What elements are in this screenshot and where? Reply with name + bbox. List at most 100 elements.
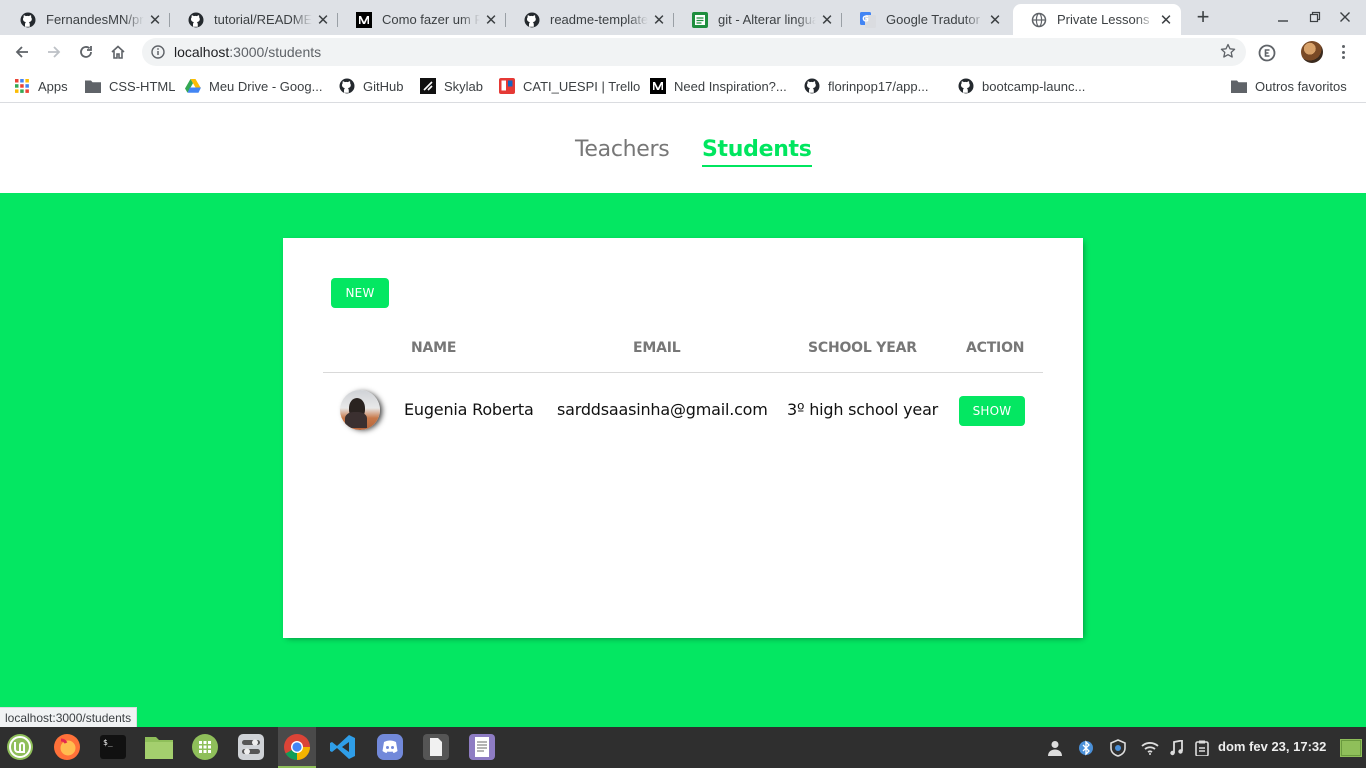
reload-icon[interactable] bbox=[74, 40, 98, 64]
apps-grid-icon bbox=[14, 78, 30, 94]
music-note-icon[interactable] bbox=[1167, 738, 1185, 758]
link-status-bubble: localhost:3000/students bbox=[0, 707, 138, 728]
chrome-icon[interactable] bbox=[278, 727, 316, 768]
user-icon[interactable] bbox=[1046, 738, 1064, 758]
spreadsheet-icon[interactable] bbox=[190, 732, 220, 762]
browser-tab[interactable]: FernandesMN/private-lessons ✕ bbox=[2, 4, 170, 35]
tab-title: Private Lessons bbox=[1057, 12, 1150, 27]
files-icon[interactable] bbox=[144, 732, 174, 762]
wifi-icon[interactable] bbox=[1140, 738, 1160, 758]
bookmark-label: Skylab bbox=[444, 78, 484, 94]
bookmark-label: Meu Drive - Goog... bbox=[209, 78, 323, 94]
bookmark-apps[interactable]: Apps bbox=[14, 77, 68, 95]
github-icon bbox=[958, 78, 974, 94]
column-header-school-year: SCHOOL YEAR bbox=[808, 340, 917, 356]
mint-menu-icon[interactable] bbox=[5, 732, 35, 762]
medium-icon bbox=[650, 78, 666, 94]
clipboard-icon[interactable] bbox=[1193, 738, 1211, 758]
github-icon bbox=[20, 12, 36, 28]
url-text[interactable]: localhost:3000/students bbox=[174, 44, 321, 60]
bookmark-florinpop[interactable]: florinpop17/app... bbox=[804, 77, 928, 95]
new-tab-button[interactable]: + bbox=[1191, 6, 1215, 30]
google-translate-icon: G bbox=[860, 11, 876, 28]
tab-title: readme-template bbox=[550, 12, 648, 27]
students-card: NEW NAME EMAIL SCHOOL YEAR ACTION Eugeni… bbox=[283, 238, 1083, 638]
student-name: Eugenia Roberta bbox=[404, 400, 534, 419]
document-viewer-icon[interactable] bbox=[421, 732, 451, 762]
minimize-icon[interactable] bbox=[1272, 7, 1294, 27]
shield-icon[interactable] bbox=[1108, 738, 1128, 758]
bookmark-label: CSS-HTML bbox=[109, 78, 176, 94]
home-icon[interactable] bbox=[106, 40, 130, 64]
terminal-icon[interactable]: $_ bbox=[98, 732, 128, 762]
settings-icon[interactable] bbox=[236, 732, 266, 762]
column-header-name: NAME bbox=[411, 340, 457, 356]
bookmark-star-icon[interactable] bbox=[1220, 43, 1236, 64]
github-icon bbox=[524, 12, 540, 28]
bookmark-need-inspiration[interactable]: Need Inspiration?... bbox=[650, 77, 787, 95]
info-icon[interactable] bbox=[151, 45, 165, 64]
avatar-body bbox=[345, 412, 367, 428]
folder-icon bbox=[85, 78, 101, 94]
browser-tab[interactable]: G Google Tradutor ✕ bbox=[842, 4, 1010, 35]
nav-link-teachers[interactable]: Teachers bbox=[575, 137, 670, 163]
bluetooth-icon[interactable] bbox=[1077, 738, 1095, 758]
close-icon[interactable]: ✕ bbox=[484, 11, 498, 29]
browser-toolbar: localhost:3000/students bbox=[0, 35, 1366, 69]
close-icon[interactable]: ✕ bbox=[148, 11, 162, 29]
text-editor-icon[interactable] bbox=[467, 732, 497, 762]
svg-text:G: G bbox=[862, 14, 869, 23]
table-header-divider bbox=[323, 372, 1043, 373]
browser-tab[interactable]: readme-template ✕ bbox=[506, 4, 674, 35]
browser-tab[interactable]: tutorial/README.md ✕ bbox=[170, 4, 338, 35]
bookmark-bootcamp[interactable]: bootcamp-launc... bbox=[958, 77, 1085, 95]
bookmark-label: Outros favoritos bbox=[1255, 78, 1347, 94]
address-bar[interactable]: localhost:3000/students bbox=[142, 38, 1246, 66]
bookmark-label: bootcamp-launc... bbox=[982, 78, 1086, 94]
bookmark-skylab[interactable]: Skylab bbox=[420, 77, 483, 95]
extension-icon[interactable] bbox=[1258, 44, 1276, 67]
column-header-action: ACTION bbox=[966, 340, 1025, 356]
github-icon bbox=[188, 12, 204, 28]
nav-link-students[interactable]: Students bbox=[702, 137, 812, 167]
bookmark-trello[interactable]: CATI_UESPI | Trello bbox=[499, 77, 640, 95]
browser-tab-active[interactable]: Private Lessons ✕ bbox=[1013, 4, 1181, 35]
tab-title: tutorial/README.md bbox=[214, 12, 312, 27]
bookmark-drive[interactable]: Meu Drive - Goog... bbox=[185, 77, 322, 95]
stackoverflow-icon bbox=[692, 11, 708, 28]
close-icon[interactable]: ✕ bbox=[988, 11, 1002, 29]
skylab-icon bbox=[420, 78, 436, 94]
show-desktop-icon[interactable] bbox=[1339, 738, 1363, 758]
back-arrow-icon[interactable] bbox=[10, 40, 34, 64]
globe-icon bbox=[1031, 12, 1047, 28]
close-icon[interactable]: ✕ bbox=[316, 11, 330, 29]
profile-avatar[interactable] bbox=[1301, 41, 1323, 63]
bookmark-css-html[interactable]: CSS-HTML bbox=[85, 77, 175, 95]
show-student-button[interactable]: SHOW bbox=[959, 396, 1025, 426]
forward-arrow-icon[interactable] bbox=[42, 40, 66, 64]
bookmark-other-favorites[interactable]: Outros favoritos bbox=[1231, 77, 1347, 95]
url-host: localhost bbox=[174, 44, 230, 60]
restore-icon[interactable] bbox=[1304, 7, 1326, 27]
browser-tab[interactable]: git - Alterar lingua ✕ bbox=[674, 4, 842, 35]
os-taskbar: $_ dom fev 23, 17:32 bbox=[0, 727, 1366, 768]
bookmark-label: Apps bbox=[38, 78, 68, 94]
close-icon[interactable]: ✕ bbox=[652, 11, 666, 29]
close-icon[interactable]: ✕ bbox=[820, 11, 834, 29]
browser-menu-icon[interactable] bbox=[1336, 42, 1350, 62]
browser-tab[interactable]: Como fazer um README ✕ bbox=[338, 4, 506, 35]
close-window-icon[interactable] bbox=[1334, 7, 1356, 27]
bookmark-github[interactable]: GitHub bbox=[339, 77, 403, 95]
firefox-icon[interactable] bbox=[52, 732, 82, 762]
close-icon[interactable]: ✕ bbox=[1159, 11, 1173, 29]
tab-title: FernandesMN/private-lessons bbox=[46, 12, 144, 27]
vscode-icon[interactable] bbox=[328, 732, 358, 762]
student-avatar bbox=[340, 390, 380, 430]
bookmark-label: CATI_UESPI | Trello bbox=[523, 78, 641, 94]
tab-title: Google Tradutor bbox=[886, 12, 980, 27]
new-student-button[interactable]: NEW bbox=[331, 278, 389, 308]
bookmark-label: Need Inspiration?... bbox=[674, 78, 787, 94]
discord-icon[interactable] bbox=[375, 732, 405, 762]
system-clock[interactable]: dom fev 23, 17:32 bbox=[1218, 739, 1326, 754]
github-icon bbox=[804, 78, 820, 94]
